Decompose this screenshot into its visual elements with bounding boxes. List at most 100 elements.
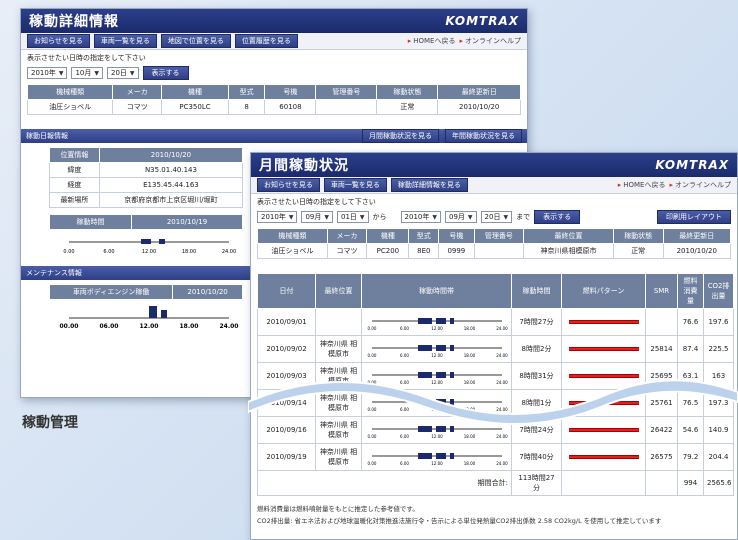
fuel-pattern-bar [568,347,639,351]
table-row: 2010/09/03 神奈川県 相模原市 0.00 6.00 12.00 18.00 24.… [257,362,734,390]
col-header: 最終更新日 [437,84,521,100]
tick-label: 0.00 [367,380,376,385]
to-year-select[interactable]: 2010年 ▼ [400,211,441,223]
fuel-pattern-cell [561,335,646,363]
tick-label: 18.00 [463,434,475,439]
online-help-link[interactable]: オンラインヘルプ [459,36,521,46]
col-header: 日付 [257,273,316,309]
map-position-button[interactable]: 地図で位置を見る [160,34,231,48]
table-cell: 2010/10/20 [662,243,732,259]
vehicle-list-button[interactable]: 車両一覧を見る [323,178,387,192]
vehicle-list-button[interactable]: 車両一覧を見る [93,34,157,48]
table-cell: 正常 [376,99,439,115]
work-block [417,345,432,351]
show-button[interactable]: 表示する [142,66,189,80]
position-table: 位置情報 2010/10/20 緯度 N35.01.40.143 経度 E135… [49,147,244,208]
col-header: 機械種類 [26,84,114,100]
machine-table: 機械種類 メーカ 機種 型式 号機 管理番号 最終位置 稼動状態 最終更新日 油… [257,228,732,259]
table-row: 経度 E135.45.44.163 [49,177,244,193]
online-help-link[interactable]: オンラインヘルプ [669,180,731,190]
tick-label: 6.00 [400,380,409,385]
table-row: 緯度 N35.01.40.143 [49,162,244,178]
col-header: 最終位置 [315,273,362,309]
smr-cell: 26422 [645,416,678,444]
smr-cell: 25695 [645,362,678,390]
table-row: 2010/09/02 神奈川県 相模原市 0.00 6.00 12.00 18.00 24.… [257,335,734,363]
from-year-select[interactable]: 2010年 ▼ [257,211,298,223]
monthly-navbar: お知らせを見る 車両一覧を見る 稼動詳細情報を見る HOMEへ戻る オンラインヘ… [251,177,737,194]
place-cell [315,308,362,336]
tick-label: 0.00 [367,461,376,466]
tick-label: 6.00 [400,461,409,466]
co2-cell: 225.5 [703,335,734,363]
date-cell: 2010/09/19 [257,443,316,471]
to-day-select[interactable]: 20日 ▼ [480,211,513,223]
hours-cell: 7時間40分 [511,443,562,471]
from-day-select[interactable]: 01日 ▼ [337,211,369,223]
timeband-cell: 0.00 6.00 12.00 18.00 24.00 [361,443,512,471]
work-block [417,453,432,459]
fuel-cell: 79.2 [677,443,704,471]
show-button[interactable]: 表示する [534,210,581,224]
tick-label: 12.00 [431,434,443,439]
maintenance-body: 車両ボディエンジン稼働 2010/10/20 00.00 06.00 12.00… [21,280,271,330]
month-select[interactable]: 10月 ▼ [71,67,103,79]
detail-info-button[interactable]: 稼動詳細情報を見る [390,178,468,192]
detail-title: 稼動詳細情報 [29,14,119,30]
longitude-value: E135.45.44.163 [98,177,244,193]
daily-panel-header: 稼動日報情報 月間稼動状況を見る 年間稼動状況を見る [21,129,527,143]
tick-label: 0.00 [367,353,376,358]
co2-cell: 140.9 [703,416,734,444]
date-instruction: 表示させたい日時の指定をして下さい [257,198,376,206]
maintenance-table: 車両ボディエンジン稼働 2010/10/20 [48,284,243,300]
chevron-down-icon: ▼ [288,213,294,221]
tick-label: 24.00 [496,326,508,331]
position-history-button[interactable]: 位置履歴を見る [234,34,298,48]
col-header: 管理番号 [315,84,378,100]
table-cell: 8 [227,99,266,115]
tick-label: 18.00 [463,380,475,385]
maintenance-label: 車両ボディエンジン稼働 [48,284,174,300]
print-layout-button[interactable]: 印刷用レイアウト [657,210,731,224]
table-row: 油圧ショベル コマツ PC200 8E0 0999 神奈川県相模原市 正常 20… [257,243,732,259]
hours-cell: 7時間24分 [511,416,562,444]
fuel-cell: 63.1 [677,362,704,390]
year-select[interactable]: 2010年 ▼ [27,67,68,79]
tick-label: 24.00 [496,407,508,412]
work-block [417,372,432,378]
from-suffix: から [372,213,387,221]
col-header: メーカ [326,228,368,244]
date-cell: 2010/09/03 [257,362,316,390]
timeband-cell: 0.00 6.00 12.00 18.00 24.00 [361,389,512,417]
tick-label: 12.00 [431,461,443,466]
row-label: 緯度 [49,162,100,178]
tick-label: 18.00 [463,407,475,412]
notices-button[interactable]: お知らせを見る [27,34,90,48]
yearly-status-button[interactable]: 年間稼動状況を見る [445,129,522,143]
monthly-status-button[interactable]: 月間稼動状況を見る [362,129,439,143]
co2-cell: 204.4 [703,443,734,471]
hours-cell: 8時間1分 [511,389,562,417]
home-link[interactable]: HOMEへ戻る [618,180,665,190]
tick-label: 0.00 [367,326,376,331]
chevron-down-icon: ▼ [503,213,509,221]
table-cell: 60108 [264,99,317,115]
table-cell [473,243,525,259]
tick-label: 12.00 [431,326,443,331]
home-link[interactable]: HOMEへ戻る [408,36,455,46]
to-month-select[interactable]: 09月 ▼ [445,211,477,223]
table-cell: 正常 [612,243,664,259]
place-cell: 神奈川県 相模原市 [315,443,362,471]
from-month-select[interactable]: 09月 ▼ [301,211,333,223]
tick-label: 18.00 [180,323,199,330]
monthly-titlebar: 月間稼動状況 KOMTRAX [251,153,737,177]
timeband-chart: 0.00 6.00 12.00 18.00 24.00 [367,399,508,412]
tick-label: 24.00 [496,461,508,466]
notices-button[interactable]: お知らせを見る [257,178,320,192]
tick-label: 6.00 [400,326,409,331]
caption-operation-management: 稼動管理 [22,415,78,431]
tick-label: 0.00 [367,407,376,412]
table-cell [315,99,378,115]
col-header: 稼動時間帯 [361,273,512,309]
day-select[interactable]: 20日 ▼ [107,67,139,79]
